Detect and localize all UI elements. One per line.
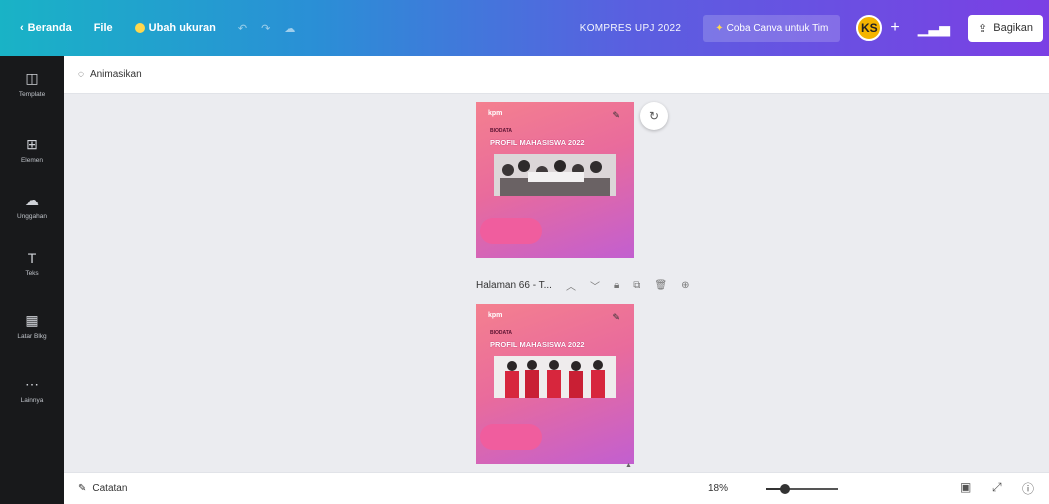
- sidebar-item-label: Teks: [25, 270, 39, 277]
- group-photo: [494, 154, 616, 196]
- redo-button[interactable]: ↷: [261, 22, 270, 35]
- lock-icon[interactable]: 🔒︎: [614, 280, 619, 291]
- canva-editor: ‹ Beranda File Ubah ukuran ↶ ↷ ☁ KOMPRES…: [0, 0, 1049, 504]
- decor-blob: [480, 218, 542, 244]
- document-title[interactable]: KOMPRES UPJ 2022: [580, 23, 682, 34]
- undo-icon: ↶: [237, 22, 248, 35]
- chevron-left-icon: ‹: [20, 22, 24, 34]
- notes-label: Catatan: [92, 483, 128, 494]
- page-grid-icon[interactable]: ▣: [960, 480, 971, 494]
- help-icon[interactable]: ⓘ: [1022, 480, 1034, 497]
- try-teams-button[interactable]: ✦ Coba Canva untuk Tim: [703, 14, 841, 42]
- move-down-icon[interactable]: ﹀: [590, 278, 600, 293]
- group-photo-image: [494, 154, 616, 196]
- sidebar-item-elements[interactable]: ⊞ Elemen: [0, 136, 64, 164]
- background-icon: ▦: [25, 312, 39, 328]
- upload-icon: ☁: [25, 192, 39, 208]
- animate-toolbar: ◌ Animasikan: [64, 56, 1049, 94]
- animate-button[interactable]: Animasikan: [90, 69, 142, 80]
- page-controls: Halaman 66 - T... ︿ ﹀ 🔒︎ ⧉ 🗑︎ ⊕: [476, 278, 690, 293]
- refresh-page-button[interactable]: ↻: [640, 102, 668, 130]
- card-mark-icon: ✎: [612, 110, 620, 120]
- resize-label: Ubah ukuran: [148, 22, 216, 34]
- notes-button[interactable]: ✎ Catatan: [78, 483, 127, 494]
- plus-icon: +: [890, 19, 900, 36]
- undo-button[interactable]: ↶: [238, 22, 247, 35]
- bottom-toolbar: ✎ Catatan 18% ▣ ⤢ ⓘ: [64, 472, 1049, 504]
- crown-icon: [134, 23, 145, 33]
- add-member-button[interactable]: +: [890, 19, 899, 37]
- people-photo: [494, 356, 616, 398]
- sidebar-item-label: Latar Blkg: [17, 333, 47, 340]
- file-label: File: [93, 22, 113, 34]
- card-headline: PROFIL MAHASISWA 2022: [490, 340, 585, 349]
- fullscreen-icon[interactable]: ⤢: [992, 480, 1002, 495]
- duplicate-icon[interactable]: ⧉: [633, 280, 640, 291]
- star-icon: ✦: [715, 22, 724, 34]
- add-page-icon[interactable]: ⊕: [681, 280, 689, 291]
- card-headline: PROFIL MAHASISWA 2022: [490, 138, 585, 147]
- sidebar-item-label: Elemen: [20, 157, 44, 164]
- avatar[interactable]: KS: [856, 15, 883, 41]
- share-label: Bagikan: [993, 22, 1033, 34]
- left-sidebar: ◫ Template ⊞ Elemen ☁ Unggahan T Teks ▦ …: [0, 56, 64, 504]
- card-subtitle: BIODATA: [490, 128, 513, 134]
- delete-icon[interactable]: 🗑︎: [654, 280, 667, 291]
- cloud-icon: ☁: [284, 22, 296, 35]
- bar-chart-icon: ▁▃▅: [917, 19, 951, 36]
- scroll-indicator[interactable]: ▲: [625, 462, 633, 469]
- card-subtitle: BIODATA: [490, 330, 513, 336]
- try-teams-label: Coba Canva untuk Tim: [726, 22, 829, 34]
- page-title[interactable]: Halaman 66 - T...: [476, 280, 552, 291]
- zoom-slider[interactable]: [766, 484, 838, 494]
- sidebar-item-label: Lainnya: [20, 397, 44, 404]
- canvas-area[interactable]: ◌ Animasikan kpm ✎ BIODATA PROFIL MAHASI…: [64, 56, 1049, 504]
- design-page-65[interactable]: kpm ✎ BIODATA PROFIL MAHASISWA 2022: [476, 102, 634, 258]
- template-icon: ◫: [25, 70, 39, 86]
- zoom-level[interactable]: 18%: [708, 483, 728, 494]
- pencil-icon: ✎: [78, 483, 87, 494]
- move-up-icon[interactable]: ︿: [566, 278, 576, 293]
- card-logo: kpm: [488, 312, 503, 319]
- sidebar-item-template[interactable]: ◫ Template: [0, 70, 64, 98]
- zoom-slider-handle[interactable]: [780, 484, 790, 494]
- sidebar-item-background[interactable]: ▦ Latar Blkg: [0, 312, 64, 340]
- animate-icon: ◌: [78, 69, 84, 80]
- sidebar-item-text[interactable]: T Teks: [0, 250, 64, 277]
- card-logo: kpm: [488, 110, 503, 117]
- sidebar-item-more[interactable]: ⋯ Lainnya: [0, 376, 64, 404]
- file-menu-button[interactable]: File: [94, 22, 113, 34]
- top-toolbar: ‹ Beranda File Ubah ukuran ↶ ↷ ☁ KOMPRES…: [0, 0, 1049, 56]
- more-icon: ⋯: [25, 376, 39, 392]
- decor-blob: [480, 424, 542, 450]
- text-icon: T: [27, 250, 37, 266]
- design-page-66[interactable]: kpm ✎ BIODATA PROFIL MAHASISWA 2022: [476, 304, 634, 464]
- card-mark-icon: ✎: [612, 312, 620, 322]
- sidebar-item-uploads[interactable]: ☁ Unggahan: [0, 192, 64, 220]
- home-label: Beranda: [27, 22, 72, 34]
- share-icon: ⇪: [978, 22, 988, 35]
- share-button[interactable]: ⇪ Bagikan: [968, 14, 1043, 42]
- insights-button[interactable]: ▁▃▅: [918, 20, 950, 37]
- sidebar-item-label: Unggahan: [17, 213, 47, 220]
- redo-icon: ↷: [261, 22, 271, 35]
- people-photo-image: [494, 356, 616, 398]
- sidebar-item-label: Template: [18, 91, 46, 98]
- elements-icon: ⊞: [26, 136, 38, 152]
- resize-button[interactable]: Ubah ukuran: [134, 22, 216, 34]
- home-button[interactable]: ‹ Beranda: [20, 22, 72, 34]
- refresh-icon: ↻: [648, 109, 660, 123]
- cloud-save-button[interactable]: ☁: [284, 22, 295, 35]
